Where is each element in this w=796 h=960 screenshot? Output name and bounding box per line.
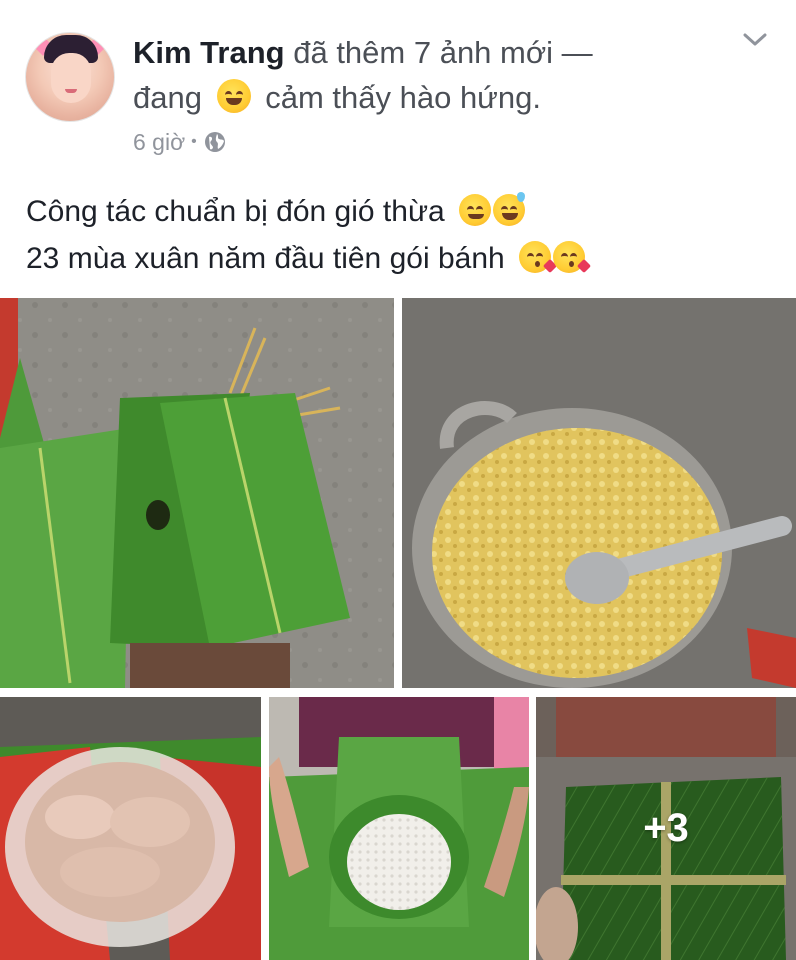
more-photos-count[interactable]: +3 <box>536 697 796 960</box>
photo-mung-bean-pot[interactable] <box>402 298 796 688</box>
avatar-face <box>51 53 91 103</box>
header-line-1: Kim Trang đã thêm 7 ảnh mới — <box>133 33 593 73</box>
post-meta: 6 giờ • <box>133 127 227 157</box>
feeling-text[interactable]: cảm thấy hào hứng. <box>265 80 541 115</box>
chevron-down-icon <box>743 33 767 46</box>
avatar[interactable] <box>25 32 115 122</box>
meta-separator: • <box>191 133 197 150</box>
photo-pork-bowl[interactable] <box>0 697 261 960</box>
photo-wrapped-cake[interactable]: +3 <box>536 697 796 960</box>
photo-mung-bean-pot-image <box>402 298 796 688</box>
post-caption: Công tác chuẩn bị đón gió thừa 23 mùa xu… <box>26 188 592 282</box>
photo-wrapping-rice[interactable] <box>269 697 529 960</box>
caption-line-1: Công tác chuẩn bị đón gió thừa <box>26 188 591 235</box>
photo-banana-leaves-image <box>0 298 394 688</box>
caption-text-2: 23 mùa xuân năm đầu tiên gói bánh <box>26 242 505 275</box>
smiling-face-icon <box>459 194 492 226</box>
post-menu-button[interactable] <box>738 25 772 55</box>
post-header: Kim Trang đã thêm 7 ảnh mới — đang cảm t… <box>0 0 796 175</box>
kissing-face-icon <box>553 241 592 274</box>
post-action: đã thêm 7 ảnh mới — <box>293 35 593 70</box>
photo-banana-leaves[interactable] <box>0 298 394 688</box>
post-time[interactable]: 6 giờ <box>133 127 185 157</box>
grinning-face-icon <box>216 79 251 113</box>
photo-wrapping-rice-image <box>269 697 529 960</box>
photo-pork-bowl-image <box>0 697 261 960</box>
author-name[interactable]: Kim Trang <box>133 35 285 70</box>
caption-line-2: 23 mùa xuân năm đầu tiên gói bánh <box>26 235 592 282</box>
globe-icon[interactable] <box>203 130 227 154</box>
kissing-face-icon <box>519 241 558 274</box>
feeling-prefix: đang <box>133 80 202 115</box>
sweat-smile-icon <box>493 192 526 226</box>
header-line-2: đang cảm thấy hào hứng. <box>133 78 541 118</box>
caption-text-1: Công tác chuẩn bị đón gió thừa <box>26 195 445 228</box>
